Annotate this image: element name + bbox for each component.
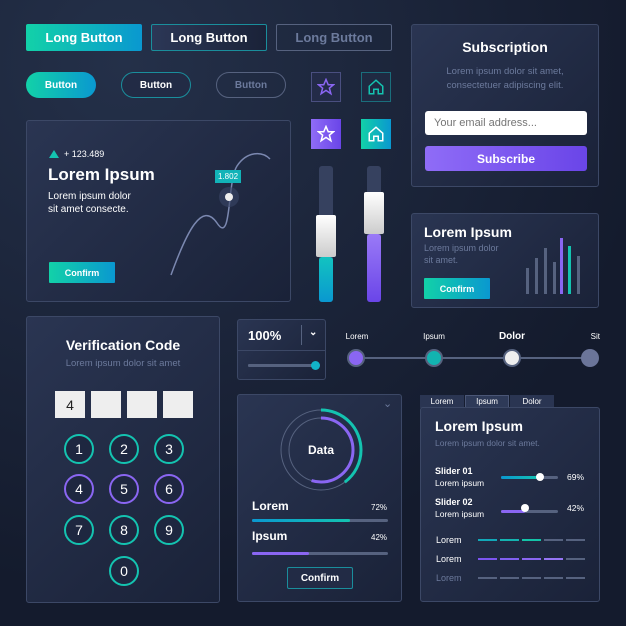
progress-bar	[252, 519, 388, 522]
info-text-2: sit amet.	[424, 255, 459, 265]
home-icon	[368, 79, 384, 95]
confirm-button[interactable]: Confirm	[424, 278, 490, 299]
tabs-card-subtitle: Lorem ipsum dolor sit amet.	[435, 438, 540, 448]
keypad-7[interactable]: 7	[64, 515, 94, 545]
chart-point	[225, 193, 233, 201]
verification-card: Verification Code Lorem ipsum dolor sit …	[26, 316, 220, 603]
home-icon	[368, 126, 384, 142]
data-card: ⌄ Data Lorem 72% Ipsum 42% Confirm	[237, 394, 402, 602]
slider-value: 69%	[567, 472, 585, 482]
tabs-card: Lorem Ipsum Lorem ipsum dolor sit amet. …	[420, 407, 600, 602]
pill-button-outline[interactable]: Button	[216, 72, 286, 98]
step-dot-active[interactable]	[503, 349, 521, 367]
long-button-outline[interactable]: Long Button	[276, 24, 392, 51]
slider-title: Slider 01	[435, 466, 473, 476]
stepper-track	[356, 357, 590, 359]
level-indicator	[478, 539, 585, 541]
star-icon	[317, 78, 335, 96]
step-label: Sit	[590, 332, 600, 341]
code-inputs: 4	[55, 391, 193, 418]
code-digit[interactable]	[163, 391, 193, 418]
pill-button-filled[interactable]: Button	[26, 72, 96, 98]
zoom-control: 100% ⌄	[237, 319, 326, 380]
code-digit[interactable]: 4	[55, 391, 85, 418]
donut-label: Data	[307, 443, 334, 457]
zoom-value: 100%	[248, 328, 282, 343]
home-button-filled[interactable]	[361, 119, 391, 149]
slider-01[interactable]	[501, 476, 558, 479]
long-button-dark[interactable]: Long Button	[151, 24, 267, 51]
level-label: Lorem	[436, 573, 462, 583]
slider-sub: Lorem ipsum	[435, 478, 485, 488]
chevron-down-icon[interactable]: ⌄	[383, 397, 392, 410]
subscription-text-1: Lorem ipsum dolor sit amet,	[446, 66, 564, 77]
code-digit[interactable]	[127, 391, 157, 418]
keypad-0[interactable]: 0	[109, 556, 139, 586]
confirm-button[interactable]: Confirm	[287, 567, 353, 589]
info-title: Lorem Ipsum	[424, 224, 512, 240]
subscription-card: Subscription Lorem ipsum dolor sit amet,…	[411, 24, 599, 187]
subscription-text-2: consectetuer adipiscing elit.	[446, 80, 564, 91]
star-icon	[317, 125, 335, 143]
slider-fill	[319, 257, 333, 302]
keypad-8[interactable]: 8	[109, 515, 139, 545]
keypad-5[interactable]: 5	[109, 474, 139, 504]
home-button-outline[interactable]	[361, 72, 391, 102]
slider-handle[interactable]	[316, 215, 336, 257]
step-dot[interactable]	[581, 349, 599, 367]
level-label: Lorem	[436, 535, 462, 545]
step-label-active: Dolor	[498, 331, 526, 342]
step-label: Ipsum	[423, 332, 445, 341]
subscribe-button[interactable]: Subscribe	[425, 146, 587, 171]
email-input[interactable]	[425, 111, 587, 135]
slider-title: Slider 02	[435, 497, 473, 507]
row-label: Ipsum	[252, 529, 288, 543]
tabs-card-title: Lorem Ipsum	[435, 418, 523, 434]
slider-sub: Lorem ipsum	[435, 509, 485, 519]
verification-title: Verification Code	[65, 337, 181, 353]
keypad-2[interactable]: 2	[109, 434, 139, 464]
slider-fill	[367, 234, 381, 302]
zoom-slider[interactable]	[248, 364, 318, 367]
level-indicator	[478, 558, 585, 560]
level-indicator	[478, 577, 585, 579]
keypad-9[interactable]: 9	[154, 515, 184, 545]
zoom-select[interactable]: 100% ⌄	[238, 320, 325, 351]
chevron-down-icon: ⌄	[309, 327, 318, 338]
slider-handle[interactable]	[364, 192, 384, 234]
pill-button-dark[interactable]: Button	[121, 72, 191, 98]
keypad-3[interactable]: 3	[154, 434, 184, 464]
verification-subtitle: Lorem ipsum dolor sit amet	[65, 358, 181, 369]
progress-bar	[252, 552, 388, 555]
info-text-1: Lorem ipsum dolor	[424, 243, 499, 253]
slider-handle[interactable]	[521, 504, 529, 512]
vertical-slider-2[interactable]	[364, 166, 384, 302]
row-label: Lorem	[252, 499, 289, 513]
code-digit[interactable]	[91, 391, 121, 418]
slider-02[interactable]	[501, 510, 558, 513]
slider-handle[interactable]	[536, 473, 544, 481]
info-card: Lorem Ipsum Lorem ipsum dolor sit amet. …	[411, 213, 599, 308]
level-label: Lorem	[436, 554, 462, 564]
row-value: 72%	[371, 503, 388, 512]
row-value: 42%	[371, 533, 388, 542]
step-dot[interactable]	[425, 349, 443, 367]
slider-handle[interactable]	[311, 361, 320, 370]
subscription-title: Subscription	[462, 39, 548, 55]
keypad-4[interactable]: 4	[64, 474, 94, 504]
keypad-1[interactable]: 1	[64, 434, 94, 464]
confirm-button[interactable]: Confirm	[49, 262, 115, 283]
step-dot[interactable]	[347, 349, 365, 367]
long-button-filled[interactable]: Long Button	[26, 24, 142, 51]
slider-value: 42%	[567, 503, 585, 513]
star-button-outline[interactable]	[311, 72, 341, 102]
keypad-6[interactable]: 6	[154, 474, 184, 504]
step-label: Lorem	[345, 332, 369, 341]
bar-visual	[526, 238, 580, 294]
star-button-filled[interactable]	[311, 119, 341, 149]
vertical-slider-1[interactable]	[316, 166, 336, 302]
chart-card: + 123.489 Lorem Ipsum Lorem ipsum dolor …	[26, 120, 291, 302]
point-tooltip: 1.802	[215, 170, 242, 183]
